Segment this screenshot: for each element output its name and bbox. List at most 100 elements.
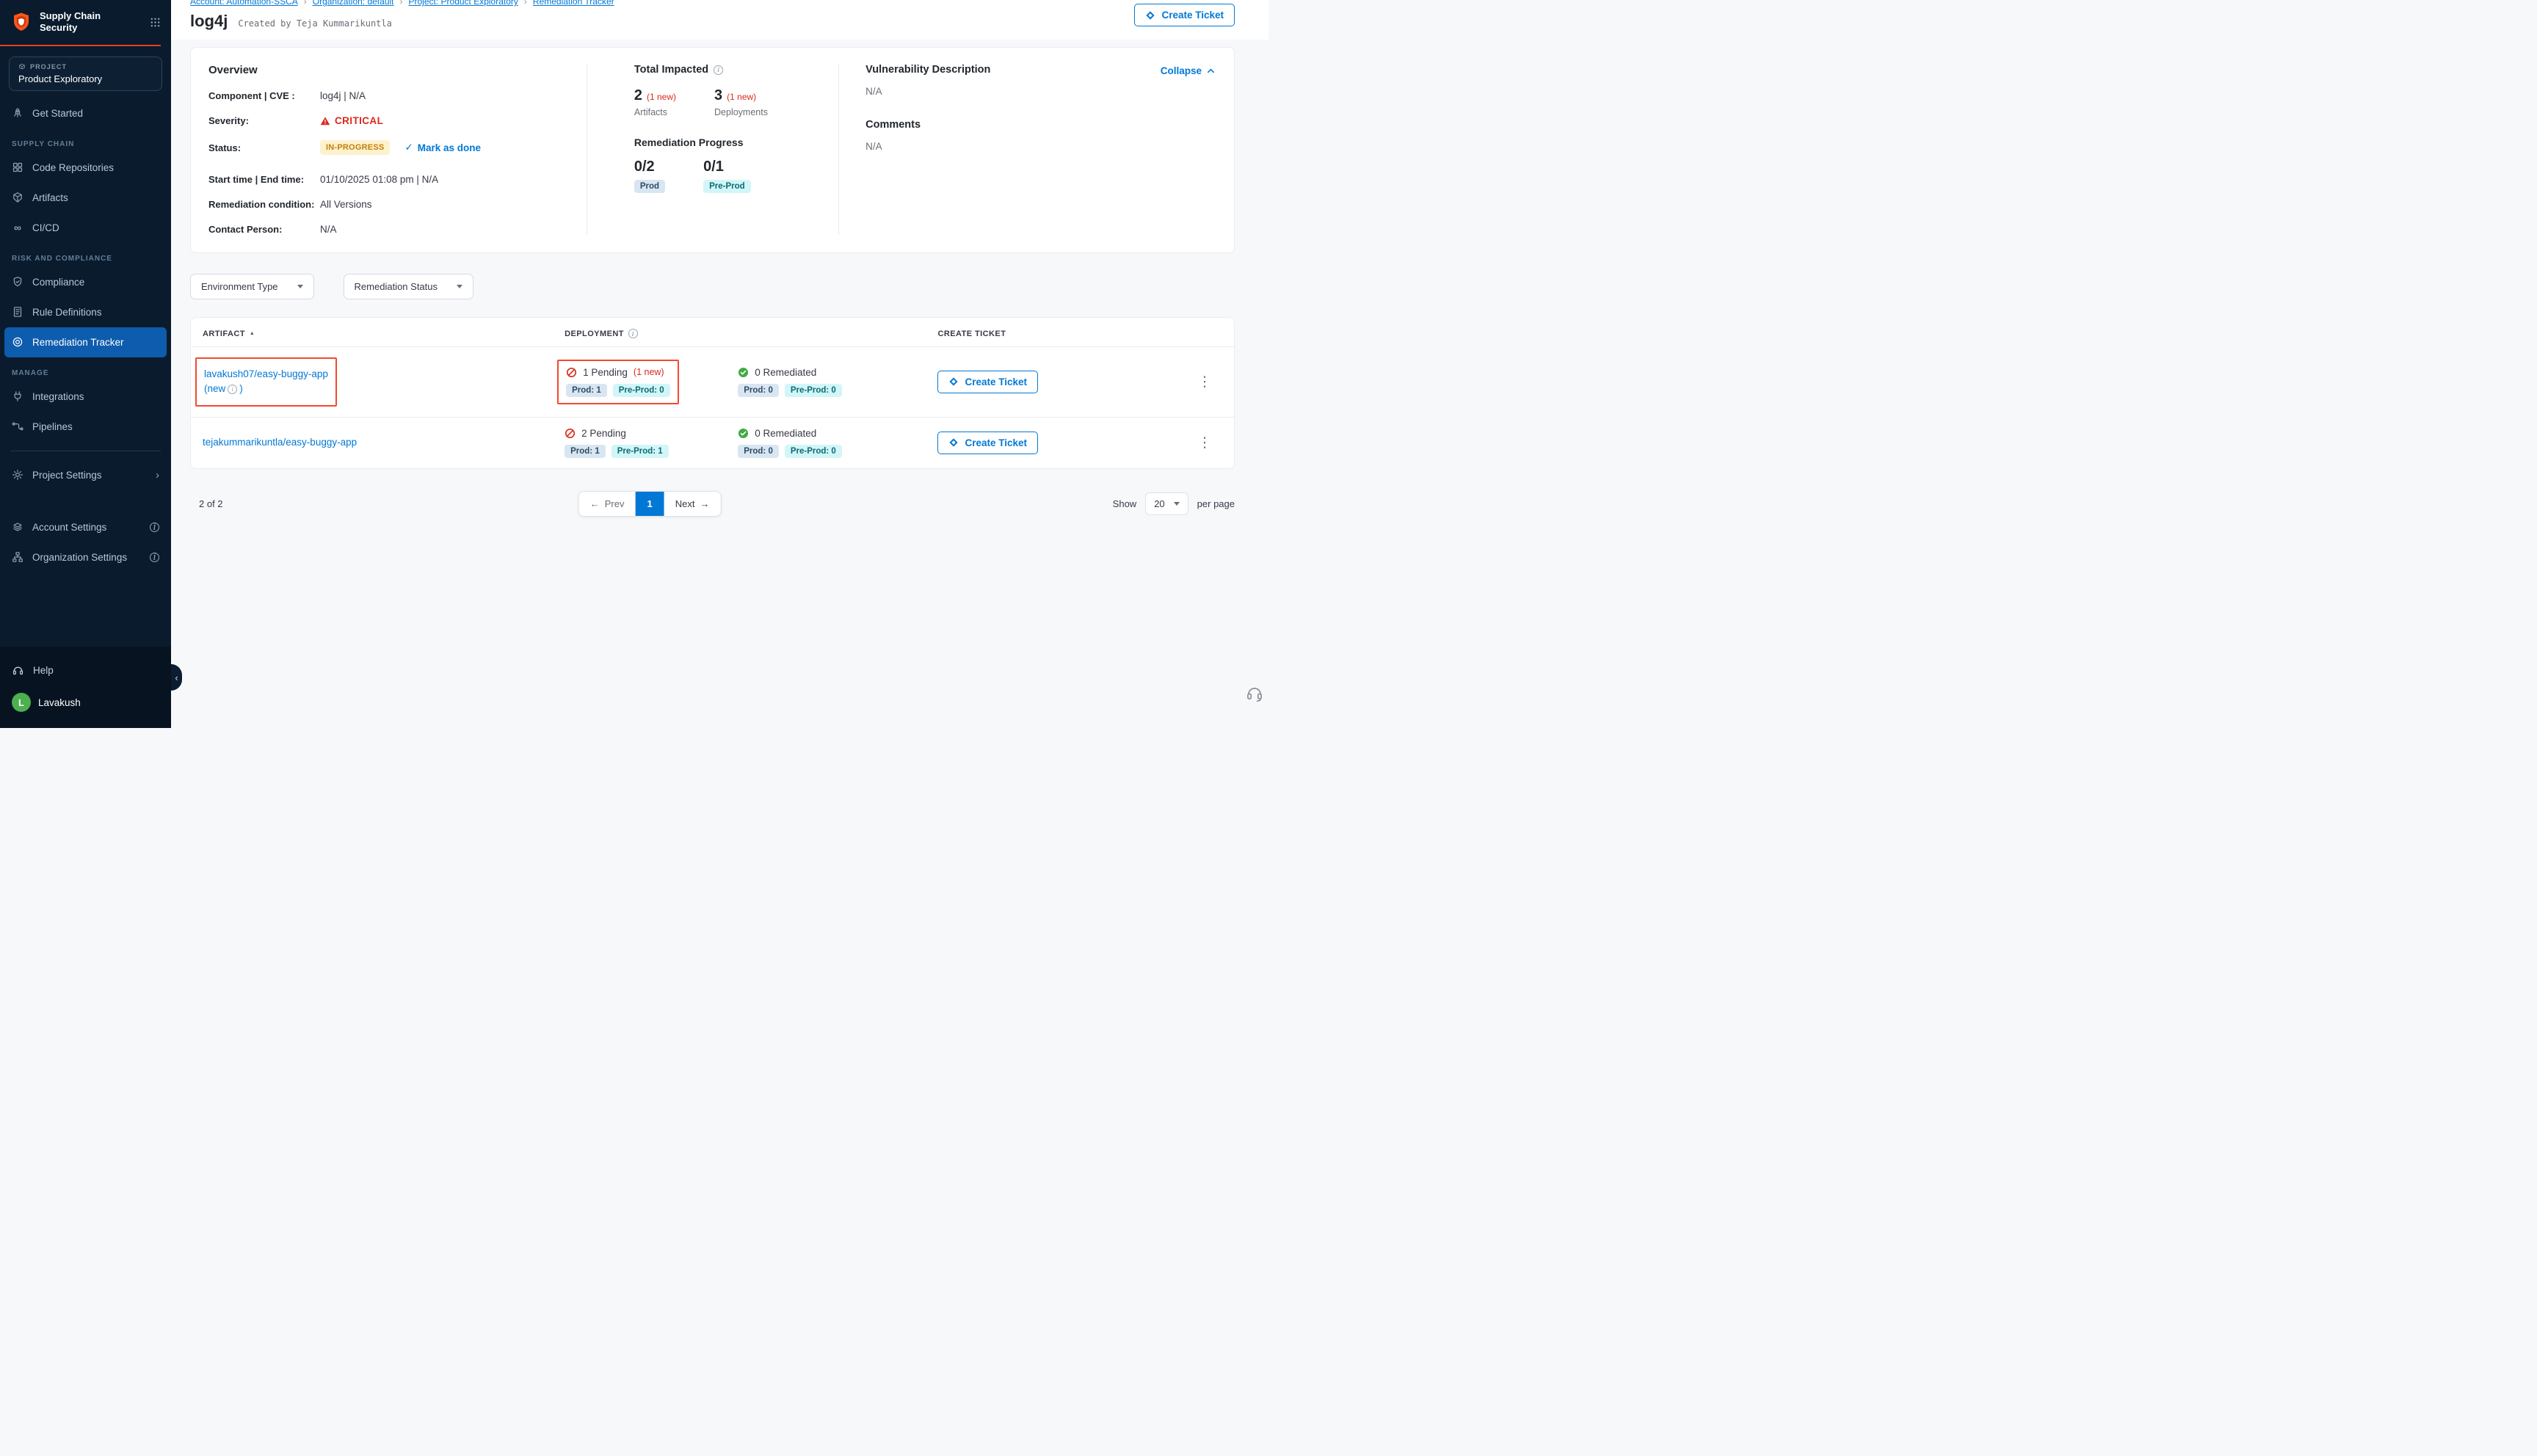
support-headset-icon[interactable] bbox=[1245, 684, 1264, 703]
prod-badge: Prod: 0 bbox=[738, 445, 779, 458]
prod-badge: Prod: 1 bbox=[565, 445, 606, 458]
chevron-down-icon bbox=[457, 285, 462, 288]
comments-heading: Comments bbox=[865, 119, 1216, 131]
sidebar: Supply Chain Security PROJECT bbox=[0, 0, 171, 728]
sidebar-item-integrations[interactable]: Integrations bbox=[0, 382, 171, 412]
page-size-select[interactable]: 20 bbox=[1145, 492, 1188, 515]
create-ticket-cell: Create Ticket bbox=[937, 371, 1187, 393]
app-title: Supply Chain Security bbox=[40, 10, 101, 34]
sidebar-item-compliance[interactable]: Compliance bbox=[0, 267, 171, 297]
status-badge: IN-PROGRESS bbox=[320, 140, 390, 155]
document-icon bbox=[12, 306, 23, 318]
next-page-button[interactable]: Next → bbox=[664, 492, 721, 516]
chevron-left-icon: ‹ bbox=[175, 672, 178, 683]
nav-label: Project Settings bbox=[32, 470, 102, 481]
avatar: L bbox=[12, 693, 31, 712]
info-icon[interactable]: i bbox=[228, 385, 237, 394]
artifact-link[interactable]: lavakush07/easy-buggy-app (newi) bbox=[204, 367, 328, 397]
environment-type-dropdown[interactable]: Environment Type bbox=[190, 274, 314, 299]
info-icon[interactable]: i bbox=[150, 553, 159, 562]
comments-value: N/A bbox=[865, 141, 1216, 152]
repository-icon bbox=[12, 161, 23, 173]
sidebar-nav: Get Started SUPPLY CHAIN Code Repositori… bbox=[0, 95, 171, 647]
help-button[interactable]: Help bbox=[12, 657, 159, 684]
nav-label: Get Started bbox=[32, 108, 83, 119]
prod-progress-stat: 0/2 Prod bbox=[634, 159, 665, 193]
overview-heading: Overview bbox=[208, 64, 587, 76]
section-label-risk-compliance: RISK AND COMPLIANCE bbox=[0, 243, 171, 267]
headset-icon bbox=[12, 664, 24, 677]
remediation-status-dropdown[interactable]: Remediation Status bbox=[344, 274, 473, 299]
breadcrumb-link-account[interactable]: Account: Automation-SSCA bbox=[190, 0, 298, 7]
annotation-highlight-pending: 1 Pending (1 new) Prod: 1 Pre-Prod: 0 bbox=[557, 360, 679, 404]
breadcrumb-link-project[interactable]: Project: Product Exploratory bbox=[409, 0, 518, 7]
info-icon[interactable]: i bbox=[714, 65, 723, 75]
check-icon: ✓ bbox=[404, 142, 413, 153]
prod-badge: Prod: 0 bbox=[738, 384, 779, 397]
pagination: 2 of 2 ← Prev 1 Next → Show 20 bbox=[190, 489, 1235, 519]
user-menu[interactable]: L Lavakush bbox=[12, 684, 159, 715]
prev-page-button[interactable]: ← Prev bbox=[579, 492, 636, 516]
create-ticket-button[interactable]: Create Ticket bbox=[937, 371, 1038, 393]
account-icon bbox=[12, 521, 23, 533]
remediated-cell: 0 Remediated Prod: 0 Pre-Prod: 0 bbox=[738, 428, 937, 458]
overview-details: Overview Component | CVE : log4j | N/A S… bbox=[208, 64, 587, 235]
sidebar-item-project-settings[interactable]: Project Settings › bbox=[0, 460, 171, 490]
column-header-artifact[interactable]: ARTIFACT ▲ bbox=[203, 330, 565, 338]
page-number-button[interactable]: 1 bbox=[635, 492, 664, 516]
total-impacted-heading: Total Impacted bbox=[634, 64, 708, 76]
info-icon[interactable]: i bbox=[628, 329, 638, 338]
breadcrumb-link-organization[interactable]: Organization: default bbox=[313, 0, 394, 7]
sidebar-item-code-repositories[interactable]: Code Repositories bbox=[0, 153, 171, 183]
sidebar-item-pipelines[interactable]: Pipelines bbox=[0, 412, 171, 442]
create-ticket-button[interactable]: Create Ticket bbox=[937, 432, 1038, 454]
ticket-diamond-icon bbox=[1145, 10, 1155, 21]
sidebar-item-rule-definitions[interactable]: Rule Definitions bbox=[0, 297, 171, 327]
remediated-cell: 0 Remediated Prod: 0 Pre-Prod: 0 bbox=[738, 367, 937, 397]
chevron-right-icon: › bbox=[156, 469, 159, 481]
shield-check-icon bbox=[12, 276, 23, 288]
mark-as-done-button[interactable]: ✓ Mark as done bbox=[404, 142, 481, 153]
nav-label: Remediation Tracker bbox=[32, 337, 124, 348]
check-circle-icon bbox=[738, 367, 749, 378]
project-name: Product Exploratory bbox=[18, 73, 153, 84]
org-chart-icon bbox=[12, 551, 23, 563]
collapse-button[interactable]: Collapse bbox=[1161, 65, 1215, 76]
breadcrumb: Account: Automation-SSCA › Organization:… bbox=[190, 0, 1235, 7]
arrow-right-icon: → bbox=[700, 498, 709, 509]
overview-card: Overview Component | CVE : log4j | N/A S… bbox=[190, 47, 1235, 253]
preprod-badge: Pre-Prod: 0 bbox=[613, 384, 670, 397]
sidebar-item-cicd[interactable]: ∞ CI/CD bbox=[0, 213, 171, 243]
breadcrumb-separator: › bbox=[400, 0, 403, 7]
severity-label: Severity: bbox=[208, 115, 320, 126]
breadcrumb-separator: › bbox=[524, 0, 527, 7]
help-label: Help bbox=[33, 665, 54, 676]
sidebar-item-remediation-tracker[interactable]: Remediation Tracker bbox=[4, 327, 167, 357]
nav-label: Rule Definitions bbox=[32, 307, 102, 318]
info-icon[interactable]: i bbox=[150, 523, 159, 532]
prod-badge: Prod bbox=[634, 180, 665, 193]
sidebar-item-organization-settings[interactable]: Organization Settings i bbox=[0, 542, 171, 572]
artifact-cell: lavakush07/easy-buggy-app (newi) bbox=[203, 357, 565, 407]
status-label: Status: bbox=[208, 142, 320, 153]
artifact-link[interactable]: tejakummarikuntla/easy-buggy-app bbox=[203, 435, 357, 450]
sidebar-item-account-settings[interactable]: Account Settings i bbox=[0, 512, 171, 542]
section-label-supply-chain: SUPPLY CHAIN bbox=[0, 128, 171, 153]
app-switcher-grid-icon[interactable] bbox=[150, 17, 161, 28]
page-subtitle: Created by Teja Kummarikuntla bbox=[238, 18, 392, 29]
table-row: lavakush07/easy-buggy-app (newi) bbox=[191, 346, 1234, 417]
prod-badge: Prod: 1 bbox=[566, 384, 607, 397]
create-ticket-button[interactable]: Create Ticket bbox=[1134, 4, 1235, 26]
preprod-badge: Pre-Prod: 0 bbox=[785, 445, 842, 458]
pager: ← Prev 1 Next → bbox=[578, 491, 722, 517]
project-selector[interactable]: PROJECT Product Exploratory bbox=[9, 57, 162, 91]
row-menu-kebab-icon[interactable]: ⋮ bbox=[1187, 436, 1222, 450]
sidebar-header: Supply Chain Security bbox=[0, 0, 171, 46]
sidebar-item-get-started[interactable]: Get Started bbox=[0, 98, 171, 128]
breadcrumb-separator: › bbox=[304, 0, 307, 7]
breadcrumb-link-remediation-tracker[interactable]: Remediation Tracker bbox=[533, 0, 614, 7]
new-count: (1 new) bbox=[727, 92, 756, 102]
row-menu-kebab-icon[interactable]: ⋮ bbox=[1187, 375, 1222, 389]
sidebar-item-artifacts[interactable]: Artifacts bbox=[0, 183, 171, 213]
project-cube-icon bbox=[18, 63, 26, 70]
